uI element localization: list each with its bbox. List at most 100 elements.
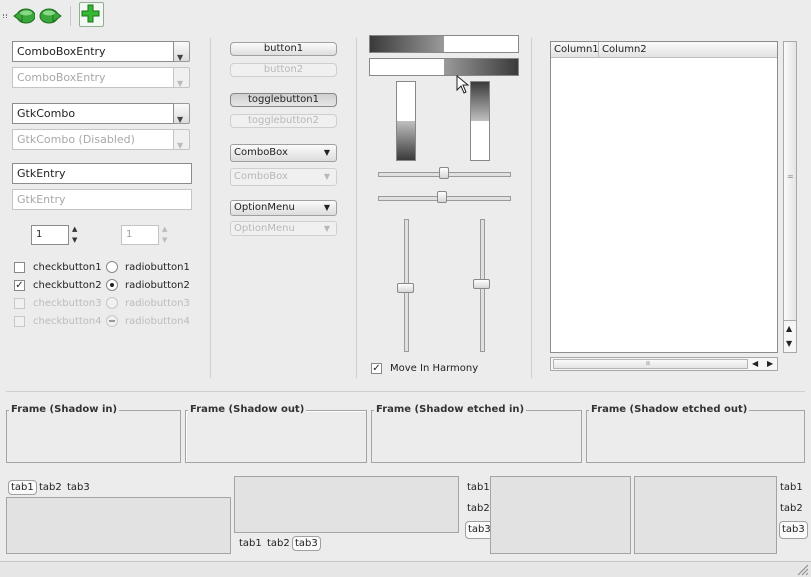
gtk-combo-disabled: GtkCombo (Disabled)	[12, 129, 174, 150]
back-arrow-icon	[13, 8, 35, 23]
add-button[interactable]	[79, 2, 104, 27]
frame-shadow-etched-in	[371, 410, 582, 463]
spin-up-icon[interactable]: ▲	[72, 226, 77, 233]
status-bar	[0, 561, 811, 577]
progress-bar-vertical-2	[470, 81, 490, 161]
vertical-separator	[531, 38, 532, 378]
scroll-left-icon[interactable]: ◀	[752, 359, 758, 368]
option-menu-disabled-label: OptionMenu	[234, 223, 295, 234]
gtk-combo-disabled-button: ▼	[174, 129, 190, 150]
checkbutton1-box[interactable]	[14, 262, 25, 273]
vertical-scrollbar[interactable]: = ▲ ▼	[783, 41, 797, 353]
toolbar-separator	[70, 6, 71, 26]
chevron-down-icon: ▼	[177, 115, 184, 124]
button2: button2	[230, 63, 337, 77]
back-button[interactable]	[12, 4, 35, 27]
notebook4-tab2[interactable]: tab2	[780, 502, 803, 515]
notebook1-tab2[interactable]: tab2	[39, 481, 62, 494]
combo-box-entry-button[interactable]: ▼	[174, 41, 190, 62]
tree-view[interactable]: Column1 Column2	[550, 41, 778, 353]
vscale-1-handle[interactable]	[397, 283, 414, 293]
checkbutton4-box	[14, 316, 25, 327]
progress-bar-vertical-1	[396, 81, 416, 161]
radiobutton2-label[interactable]: radiobutton2	[125, 280, 190, 292]
togglebutton1[interactable]: togglebutton1	[230, 93, 337, 107]
gtk-combo-button[interactable]: ▼	[174, 103, 190, 124]
gtk-entry[interactable]: GtkEntry	[12, 163, 192, 184]
toolbar-grip[interactable]	[3, 14, 7, 18]
notebook4-page	[634, 476, 777, 554]
spin-button[interactable]: 1	[31, 225, 69, 245]
checkbutton2-box[interactable]: ✓	[14, 280, 25, 291]
togglebutton2: togglebutton2	[230, 114, 337, 128]
combobox-label: ComboBox	[234, 147, 288, 158]
mouse-pointer-icon	[456, 75, 470, 94]
tree-column-header-2[interactable]: Column2	[599, 42, 777, 58]
notebook1-tab3[interactable]: tab3	[67, 481, 90, 494]
horizontal-scrollbar-thumb[interactable]: ıı	[553, 359, 748, 369]
horizontal-separator	[6, 391, 805, 392]
notebook2-tab3[interactable]: tab3	[292, 536, 321, 551]
spin-button-disabled: 1	[121, 225, 159, 245]
spin-down-icon: ▼	[162, 236, 168, 244]
scrollbar-grip-icon: =	[787, 172, 794, 181]
scroll-right-icon[interactable]: ▶	[767, 359, 773, 368]
button1[interactable]: button1	[230, 42, 337, 56]
frame-shadow-etched-in-title: Frame (Shadow etched in)	[374, 404, 527, 416]
notebook4-tab3[interactable]: tab3	[779, 521, 808, 539]
radiobutton4-label: radiobutton4	[125, 316, 190, 327]
gtk-combo[interactable]: GtkCombo	[12, 103, 174, 124]
radiobutton1-circle[interactable]	[106, 261, 118, 273]
radiobutton3-circle	[106, 297, 118, 309]
checkbutton3-box	[14, 298, 25, 309]
radiobutton2-circle[interactable]	[106, 279, 118, 291]
resize-grip-icon[interactable]	[796, 563, 809, 576]
tree-column-header-1[interactable]: Column1	[551, 42, 599, 58]
notebook3-tab1[interactable]: tab1	[467, 481, 490, 494]
chevron-down-icon: ▼	[177, 141, 184, 150]
combo-box-entry-disabled: ComboBoxEntry	[12, 67, 174, 88]
move-in-harmony-checkbox[interactable]: ✓	[371, 363, 382, 374]
notebook3-page	[490, 476, 631, 554]
combo-box-entry[interactable]: ComboBoxEntry	[12, 41, 174, 62]
notebook2-page	[234, 476, 459, 533]
gtk-entry-disabled: GtkEntry	[12, 189, 192, 210]
hscale-1-handle[interactable]	[439, 167, 449, 179]
scrollbar-grip-icon: ıı	[646, 359, 650, 367]
chevron-down-icon: ▼	[177, 53, 184, 62]
spin-down-icon[interactable]: ▼	[72, 237, 77, 244]
option-menu[interactable]: OptionMenu ▼	[230, 200, 337, 216]
frame-shadow-out-title: Frame (Shadow out)	[188, 404, 307, 416]
scroll-down-icon[interactable]: ▼	[786, 339, 792, 348]
notebook3-tab2[interactable]: tab2	[467, 502, 490, 515]
combobox[interactable]: ComboBox ▼	[230, 144, 337, 162]
frame-shadow-in-title: Frame (Shadow in)	[9, 404, 120, 416]
chevron-down-icon: ▼	[323, 203, 330, 212]
horizontal-scrollbar[interactable]: ıı ◀ ▶	[550, 357, 778, 371]
spin-up-icon: ▲	[162, 225, 168, 233]
radiobutton1-label[interactable]: radiobutton1	[125, 262, 190, 274]
notebook1-tab1[interactable]: tab1	[8, 480, 37, 495]
notebook2-tab2[interactable]: tab2	[267, 537, 290, 550]
notebook2-tab1[interactable]: tab1	[239, 537, 262, 550]
combo-box-entry-disabled-button: ▼	[174, 67, 190, 88]
frame-shadow-out	[185, 410, 367, 463]
option-menu-label: OptionMenu	[234, 202, 295, 213]
forward-button[interactable]	[39, 4, 62, 27]
frame-shadow-in	[6, 410, 181, 463]
checkbutton2-label[interactable]: checkbutton2	[33, 280, 102, 292]
chevron-down-icon: ▼	[323, 148, 330, 157]
vertical-scrollbar-thumb[interactable]: =	[784, 42, 796, 321]
chevron-down-icon: ▼	[323, 172, 330, 181]
combobox-disabled-label: ComboBox	[234, 171, 288, 182]
scroll-up-icon[interactable]: ▲	[786, 324, 792, 333]
option-menu-disabled: OptionMenu ▼	[230, 221, 337, 236]
vscale-2-handle[interactable]	[473, 279, 490, 289]
chevron-down-icon: ▼	[323, 224, 330, 233]
checkbutton1-label[interactable]: checkbutton1	[33, 262, 102, 274]
frame-shadow-etched-out-title: Frame (Shadow etched out)	[589, 404, 750, 416]
notebook1-page	[6, 497, 231, 554]
hscale-2-handle[interactable]	[437, 191, 447, 203]
move-in-harmony-label[interactable]: Move In Harmony	[390, 363, 478, 375]
notebook4-tab1[interactable]: tab1	[780, 481, 803, 494]
